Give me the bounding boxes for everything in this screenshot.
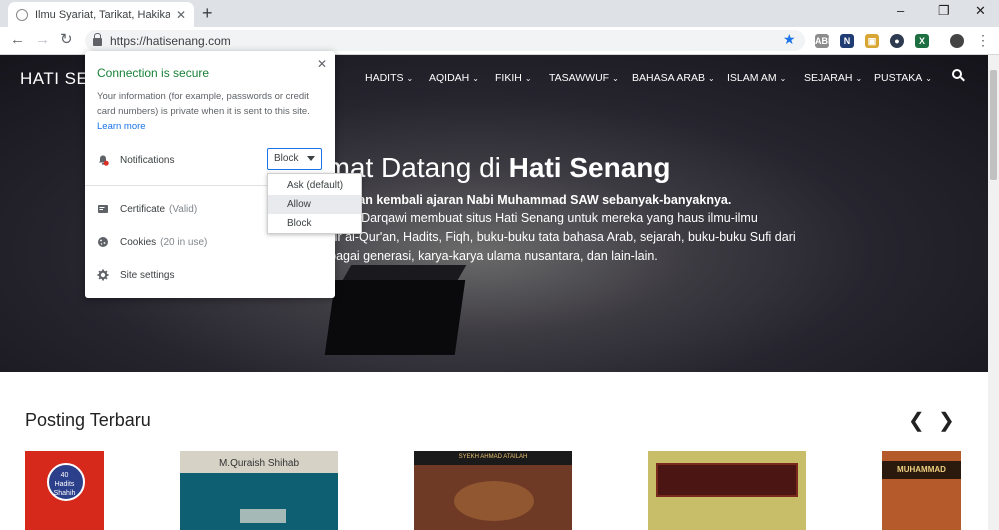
- option-block[interactable]: Block: [268, 214, 361, 233]
- nav-item-label: BAHASA ARAB: [632, 72, 705, 84]
- carousel-prev-button[interactable]: ❮: [908, 410, 925, 432]
- nav-item-label: TASAWWUF: [549, 72, 610, 84]
- kaaba-image-body: [324, 280, 466, 355]
- certificate-label: Certificate: [120, 203, 166, 215]
- book-caption: SYEKH AHMAD ATAILAH: [458, 454, 528, 460]
- notifications-select-value: Block: [274, 153, 299, 164]
- browser-menu-icon[interactable]: ⋮: [976, 32, 990, 48]
- book-caption: 40 Hadits Shahih: [53, 472, 76, 497]
- chevron-down-icon: ⌄: [472, 74, 479, 83]
- url-text[interactable]: https://hatisenang.com: [110, 34, 231, 48]
- bookmark-star-icon[interactable]: ★: [783, 32, 796, 46]
- scrollbar-thumb[interactable]: [990, 70, 997, 180]
- browser-tab[interactable]: Ilmu Syariat, Tarikat, Hakikat dan ✕: [8, 2, 194, 27]
- certificate-row[interactable]: Certificate (Valid): [97, 201, 197, 217]
- restore-button[interactable]: ❐: [938, 3, 950, 19]
- hero-subtitle: nyatukan kembali ajaran Nabi Muhammad SA…: [318, 193, 732, 207]
- option-ask-default[interactable]: Ask (default): [268, 176, 361, 195]
- chevron-down-icon: ⌄: [612, 74, 619, 83]
- nav-item-aqidah[interactable]: AQIDAH ⌄: [429, 72, 479, 84]
- profile-avatar-icon[interactable]: [950, 34, 964, 48]
- notifications-select[interactable]: Block: [267, 148, 322, 170]
- site-settings-row[interactable]: Site settings: [97, 267, 174, 283]
- chevron-down-icon: ⌄: [925, 74, 932, 83]
- nav-item-bahasa-arab[interactable]: BAHASA ARAB ⌄: [632, 72, 715, 84]
- forward-button[interactable]: →: [35, 31, 50, 49]
- image-extension-icon[interactable]: ▣: [865, 34, 879, 48]
- nav-item-fikih[interactable]: FIKIH ⌄: [495, 72, 532, 84]
- book-cover[interactable]: [648, 451, 806, 530]
- reload-button[interactable]: ↻: [60, 31, 73, 49]
- cookies-status: (20 in use): [160, 236, 208, 248]
- notifications-label: Notifications: [120, 154, 175, 166]
- search-icon[interactable]: [952, 69, 965, 82]
- book-caption: MUHAMMAD: [897, 465, 946, 474]
- connection-status-title: Connection is secure: [97, 66, 210, 80]
- certificate-icon: [97, 203, 109, 215]
- tab-strip: Ilmu Syariat, Tarikat, Hakikat dan ✕ + –…: [0, 0, 999, 27]
- new-tab-button[interactable]: +: [202, 3, 213, 23]
- connection-description: Your information (for example, passwords…: [97, 91, 310, 117]
- book-cover[interactable]: M.Quraish Shihab: [180, 451, 338, 530]
- certificate-status: (Valid): [169, 203, 198, 215]
- book-cover[interactable]: SYEKH AHMAD ATAILAH: [414, 451, 572, 530]
- book-cover[interactable]: MUHAMMAD: [882, 451, 961, 530]
- globe-extension-icon[interactable]: ●: [890, 34, 904, 48]
- n-extension-icon[interactable]: N: [840, 34, 854, 48]
- hero-title: amat Datang di Hati Senang: [311, 152, 670, 184]
- book-cover[interactable]: 40 Hadits Shahih: [25, 451, 104, 530]
- window-close-button[interactable]: ✕: [975, 3, 986, 19]
- nav-item-label: SEJARAH: [804, 72, 853, 84]
- notifications-blocked-icon: [97, 154, 109, 166]
- nav-item-tasawwuf[interactable]: TASAWWUF ⌄: [549, 72, 619, 84]
- chevron-down-icon: ⌄: [855, 74, 863, 83]
- learn-more-link[interactable]: Learn more: [97, 121, 146, 132]
- hero-text-line: erbagai generasi, karya-karya ulama nusa…: [318, 249, 658, 263]
- lock-icon[interactable]: [93, 32, 102, 46]
- chevron-down-icon: ⌄: [406, 74, 414, 83]
- chevron-down-icon: ⌄: [524, 74, 532, 83]
- book-caption: M.Quraish Shihab: [218, 458, 300, 469]
- nav-item-label: ISLAM AM: [727, 72, 777, 84]
- nav-item-hadits[interactable]: HADITS ⌄: [365, 72, 413, 84]
- gear-icon: [97, 269, 109, 281]
- address-bar[interactable]: https://hatisenang.com: [85, 30, 805, 51]
- cookies-row[interactable]: Cookies (20 in use): [97, 234, 207, 250]
- excel-extension-icon[interactable]: X: [915, 34, 929, 48]
- nav-item-pustaka[interactable]: PUSTAKA ⌄: [874, 72, 932, 84]
- minimize-button[interactable]: –: [897, 3, 904, 19]
- nav-item-label: AQIDAH: [429, 72, 470, 84]
- option-allow[interactable]: Allow: [268, 195, 361, 214]
- back-button[interactable]: ←: [10, 31, 25, 49]
- section-title: Posting Terbaru: [25, 410, 151, 430]
- site-favicon-icon: [16, 8, 28, 21]
- tab-close-icon[interactable]: ✕: [176, 8, 186, 22]
- notifications-options-list: Ask (default) Allow Block: [267, 173, 362, 234]
- adblock-icon[interactable]: ABP: [815, 34, 834, 48]
- dropdown-arrow-icon: [307, 156, 315, 161]
- cookie-icon: [97, 236, 109, 248]
- carousel-next-button[interactable]: ❯: [938, 410, 955, 432]
- chevron-down-icon: ⌄: [707, 74, 715, 83]
- nav-item-label: HADITS: [365, 72, 404, 84]
- cookies-label: Cookies: [120, 236, 157, 248]
- hero-title-bold: Hati Senang: [508, 152, 671, 183]
- site-settings-label: Site settings: [120, 269, 175, 281]
- tab-title: Ilmu Syariat, Tarikat, Hakikat dan: [35, 8, 170, 21]
- nav-item-islam-am[interactable]: ISLAM AM ⌄: [727, 72, 786, 84]
- chevron-down-icon: ⌄: [779, 74, 787, 83]
- nav-item-sejarah[interactable]: SEJARAH ⌄: [804, 72, 862, 84]
- notifications-row: Notifications: [97, 152, 174, 168]
- hero-text-line: afsir al-Qur'an, Hadits, Fiqh, buku-buku…: [318, 230, 796, 244]
- nav-item-label: PUSTAKA: [874, 72, 923, 84]
- popup-close-icon[interactable]: ✕: [317, 57, 327, 71]
- nav-item-label: FIKIH: [495, 72, 522, 84]
- hero-text-line: dzili ad-Darqawi membuat situs Hati Sena…: [318, 211, 758, 225]
